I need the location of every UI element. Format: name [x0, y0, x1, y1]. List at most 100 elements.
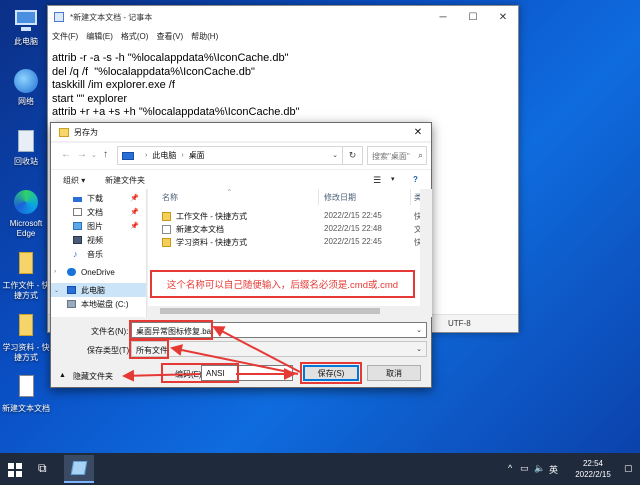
back-arrow-icon[interactable]: ← [61, 149, 71, 160]
text-line: attrib +r +a +s +h "%localappdata%\IconC… [52, 106, 300, 118]
search-placeholder: 搜索"桌面" [372, 152, 410, 161]
file-name: 新建文本文档 [176, 225, 224, 234]
file-row[interactable]: 新建文本文档 2022/2/15 22:48 文本 [148, 223, 432, 236]
help-icon[interactable]: ? [413, 175, 418, 184]
dialog-title: 另存为 [74, 127, 98, 137]
nav-item-pictures[interactable]: 图片 📌 [51, 219, 146, 233]
search-icon: ⌕ [417, 150, 423, 160]
nav-item-downloads[interactable]: 下载 📌 [51, 191, 146, 205]
menu-edit[interactable]: 编辑(E) [86, 31, 113, 42]
nav-item-label: 图片 [87, 221, 103, 231]
task-view-icon[interactable]: ⧉ [38, 461, 54, 477]
desktop-icon-label: 此电脑 [14, 37, 38, 46]
chevron-down-icon[interactable]: ⌄ [282, 369, 288, 377]
text-document-icon [12, 375, 40, 401]
taskbar-clock[interactable]: 22:54 2022/2/15 [568, 458, 618, 480]
nav-item-onedrive[interactable]: › OneDrive [51, 265, 146, 279]
save-as-dialog: 另存为 ✕ ← → ⌄ ↑ › 此电脑 › 桌面 ⌄ ↻ 搜索"桌面" ⌕ 组织… [50, 122, 432, 388]
desktop-icon-recycle-bin[interactable]: 回收站 [0, 128, 52, 167]
desktop-icon-edge[interactable]: Microsoft Edge [0, 190, 52, 239]
network-icon[interactable]: ▭ [520, 463, 529, 474]
chevron-down-icon[interactable]: ▾ [391, 175, 395, 183]
search-input[interactable]: 搜索"桌面" ⌕ [367, 146, 427, 165]
menu-view[interactable]: 查看(V) [156, 31, 183, 42]
scrollbar-thumb[interactable] [160, 308, 380, 314]
forward-arrow-icon[interactable]: → [77, 149, 87, 160]
chevron-down-icon[interactable]: ⌄ [91, 151, 97, 159]
save-highlight [300, 362, 362, 384]
chevron-down-icon: ⌄ [54, 287, 60, 294]
desktop-icon-new-text[interactable]: 新建文本文档 [0, 375, 52, 414]
file-date: 2022/2/15 22:48 [324, 224, 382, 233]
music-icon: ♪ [73, 249, 78, 259]
menu-format[interactable]: 格式(O) [121, 31, 149, 42]
new-folder-button[interactable]: 新建文件夹 [105, 175, 145, 186]
column-header-name[interactable]: 名称 [162, 192, 178, 203]
menu-help[interactable]: 帮助(H) [191, 31, 218, 42]
navigation-pane: 下载 📌 文档 📌 图片 📌 视频 ♪ 音乐 › OneDrive ⌄ 此电脑 … [51, 189, 147, 317]
pin-icon: 📌 [130, 223, 139, 230]
menu-file[interactable]: 文件(F) [52, 31, 78, 42]
breadcrumb-this-pc[interactable]: 此电脑 [152, 150, 176, 161]
dialog-titlebar[interactable]: 另存为 [51, 123, 431, 141]
ime-indicator[interactable]: 英 [549, 463, 558, 476]
chevron-down-icon[interactable]: ⌄ [416, 345, 422, 353]
file-name: 工作文件 - 快捷方式 [176, 212, 248, 221]
chevron-down-icon[interactable]: ⌄ [416, 326, 422, 334]
cancel-button[interactable]: 取消 [367, 365, 421, 381]
desktop-icon-work-files[interactable]: 工作文件 - 快捷方式 [0, 252, 52, 301]
chevron-up-icon[interactable]: ▲ [59, 372, 66, 379]
up-arrow-icon[interactable]: ↑ [103, 149, 108, 160]
notification-icon[interactable]: ▢ [624, 463, 633, 474]
folder-shortcut-icon [162, 238, 171, 247]
vertical-scrollbar[interactable] [420, 189, 432, 317]
folder-shortcut-icon [12, 252, 40, 278]
filetype-select[interactable]: 所有文件 ⌄ [131, 341, 427, 357]
nav-item-music[interactable]: ♪ 音乐 [51, 247, 146, 261]
breadcrumb-separator-icon: › [145, 152, 148, 159]
file-row[interactable]: 学习资料 - 快捷方式 2022/2/15 22:45 快捷 [148, 236, 432, 249]
text-line: start "" explorer [52, 92, 128, 105]
chevron-down-icon[interactable]: ⌄ [332, 151, 338, 159]
filename-label: 文件名(N): [91, 327, 129, 336]
text-line: del /q /f "%localappdata%\IconCache.db" [52, 65, 255, 78]
desktop-icon-label: 工作文件 - 快捷方式 [2, 281, 50, 300]
desktop-icon-network[interactable]: 网络 [0, 68, 52, 107]
drive-icon [67, 300, 76, 308]
chevron-up-icon[interactable]: ^ [508, 463, 512, 473]
computer-icon [67, 286, 76, 294]
hide-folders-toggle[interactable]: 隐藏文件夹 [73, 371, 113, 382]
filename-highlight [129, 320, 213, 340]
desktop-icon-this-pc[interactable]: 此电脑 [0, 8, 52, 47]
refresh-icon[interactable]: ↻ [343, 146, 363, 165]
file-name: 学习资料 - 快捷方式 [176, 238, 248, 247]
organize-button[interactable]: 组织 ▾ [63, 175, 85, 186]
nav-item-documents[interactable]: 文档 📌 [51, 205, 146, 219]
taskbar-notepad[interactable] [64, 455, 94, 483]
view-options-icon[interactable]: ☰ [373, 175, 381, 186]
filetype-highlight [129, 339, 169, 359]
horizontal-scrollbar[interactable] [148, 306, 420, 317]
dialog-close-icon[interactable]: ✕ [405, 123, 431, 141]
nav-item-local-disk[interactable]: 本地磁盘 (C:) [51, 299, 146, 309]
minimize-icon[interactable]: ─ [428, 6, 458, 28]
notepad-text-area[interactable]: attrib -r -a -s -h "%localappdata%\IconC… [52, 52, 512, 120]
pin-icon: 📌 [130, 209, 139, 216]
close-icon[interactable]: ✕ [488, 6, 518, 28]
text-document-icon [162, 225, 171, 234]
text-line: taskkill /im explorer.exe /f [52, 79, 175, 91]
start-button[interactable] [8, 463, 22, 477]
file-row[interactable]: 工作文件 - 快捷方式 2022/2/15 22:45 快捷 [148, 210, 432, 223]
volume-icon[interactable]: 🔈 [534, 463, 545, 474]
desktop-icon-study-files[interactable]: 学习资料 - 快捷方式 [0, 314, 52, 363]
computer-icon [12, 8, 40, 34]
desktop-icon-label: 新建文本文档 [2, 404, 50, 413]
nav-item-videos[interactable]: 视频 [51, 233, 146, 247]
download-icon [73, 194, 82, 202]
clock-time: 22:54 [582, 459, 604, 468]
nav-item-this-pc[interactable]: ⌄ 此电脑 [51, 283, 146, 297]
address-bar[interactable]: › 此电脑 › 桌面 ⌄ [117, 146, 343, 165]
maximize-icon[interactable]: ☐ [458, 6, 488, 28]
breadcrumb-desktop[interactable]: 桌面 [189, 150, 205, 161]
column-header-date[interactable]: 修改日期 [324, 192, 356, 203]
